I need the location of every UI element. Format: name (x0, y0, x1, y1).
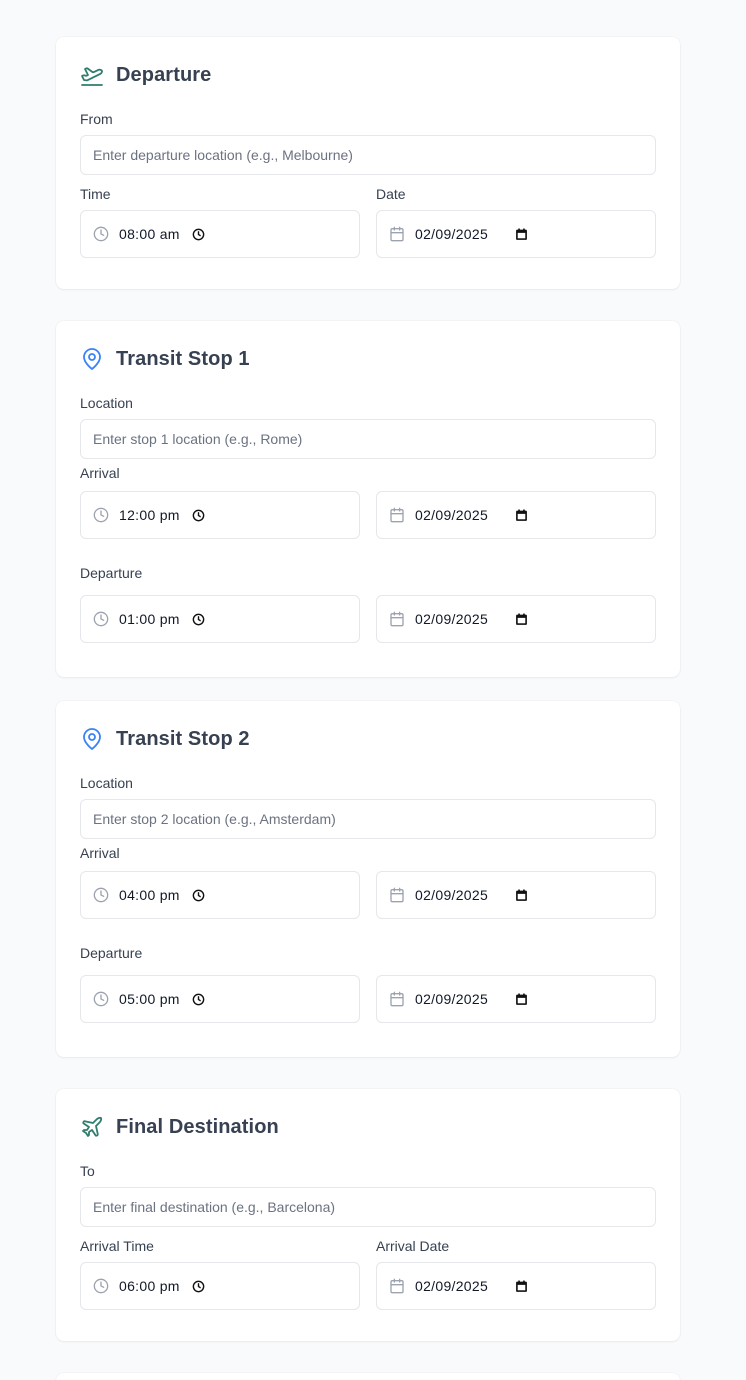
departure-date-input[interactable]: 02/09/2025 (376, 210, 656, 258)
transit-stop-1-header: Transit Stop 1 (80, 345, 656, 373)
calendar-picker-icon[interactable] (514, 612, 528, 626)
final-arrival-time-input[interactable]: 06:00 pm (80, 1262, 360, 1310)
stop2-arrival-time-value: 04:00 pm (119, 887, 180, 903)
from-label: From (80, 111, 113, 127)
stop2-departure-date-input[interactable]: 02/09/2025 (376, 975, 656, 1023)
stop2-departure-time-value: 05:00 pm (119, 991, 180, 1007)
transit-stop-1-title: Transit Stop 1 (116, 347, 250, 370)
clock-icon (93, 611, 109, 627)
clock-picker-icon[interactable] (192, 227, 206, 241)
clock-icon (93, 226, 109, 242)
map-pin-icon (80, 727, 104, 751)
transit-stop-1-card: Transit Stop 1 Location Enter stop 1 loc… (56, 321, 680, 677)
arrival-time-label: Arrival Time (80, 1238, 154, 1254)
time-label: Time (80, 186, 111, 202)
stop2-arrival-date-value: 02/09/2025 (415, 887, 489, 903)
stop2-departure-time-input[interactable]: 05:00 pm (80, 975, 360, 1023)
clock-icon (93, 887, 109, 903)
clock-picker-icon[interactable] (192, 612, 206, 626)
final-arrival-date-input[interactable]: 02/09/2025 (376, 1262, 656, 1310)
stop1-departure-date-value: 02/09/2025 (415, 611, 489, 627)
stop1-arrival-date-input[interactable]: 02/09/2025 (376, 491, 656, 539)
calendar-picker-icon[interactable] (514, 508, 528, 522)
stop2-departure-date-value: 02/09/2025 (415, 991, 489, 1007)
stop2-location-input[interactable]: Enter stop 2 location (e.g., Amsterdam) (80, 799, 656, 839)
final-destination-header: Final Destination (80, 1113, 656, 1141)
arrival-label: Arrival (80, 845, 120, 861)
clock-picker-icon[interactable] (192, 1279, 206, 1293)
clock-icon (93, 507, 109, 523)
calendar-picker-icon[interactable] (514, 992, 528, 1006)
calendar-icon (389, 1278, 405, 1294)
clock-icon (93, 1278, 109, 1294)
stop1-arrival-date-value: 02/09/2025 (415, 507, 489, 523)
stop1-arrival-time-value: 12:00 pm (119, 507, 180, 523)
transit-stop-2-card: Transit Stop 2 Location Enter stop 2 loc… (56, 701, 680, 1057)
clipped-header-text (0, 0, 746, 6)
stop2-location-placeholder: Enter stop 2 location (e.g., Amsterdam) (93, 811, 336, 827)
from-placeholder: Enter departure location (e.g., Melbourn… (93, 147, 353, 163)
calendar-picker-icon[interactable] (514, 1279, 528, 1293)
location-label: Location (80, 395, 133, 411)
plane-icon (80, 1115, 104, 1139)
calendar-icon (389, 226, 405, 242)
calendar-icon (389, 887, 405, 903)
to-input[interactable]: Enter final destination (e.g., Barcelona… (80, 1187, 656, 1227)
final-arrival-date-value: 02/09/2025 (415, 1278, 489, 1294)
clock-picker-icon[interactable] (192, 888, 206, 902)
clock-picker-icon[interactable] (192, 508, 206, 522)
stop2-arrival-time-input[interactable]: 04:00 pm (80, 871, 360, 919)
calendar-picker-icon[interactable] (514, 888, 528, 902)
stop1-location-placeholder: Enter stop 1 location (e.g., Rome) (93, 431, 303, 447)
stop2-arrival-date-input[interactable]: 02/09/2025 (376, 871, 656, 919)
next-card-partial (56, 1373, 680, 1380)
stop1-departure-date-input[interactable]: 02/09/2025 (376, 595, 656, 643)
departure-card-header: Departure (80, 61, 656, 89)
calendar-icon (389, 991, 405, 1007)
arrival-date-label: Arrival Date (376, 1238, 450, 1254)
departure-card: Departure From Enter departure location … (56, 37, 680, 289)
final-destination-card: Final Destination To Enter final destina… (56, 1089, 680, 1341)
departure-date-value: 02/09/2025 (415, 226, 489, 242)
calendar-icon (389, 507, 405, 523)
from-input[interactable]: Enter departure location (e.g., Melbourn… (80, 135, 656, 175)
departure-label: Departure (80, 565, 143, 581)
stop1-location-input[interactable]: Enter stop 1 location (e.g., Rome) (80, 419, 656, 459)
arrival-label: Arrival (80, 465, 120, 481)
to-placeholder: Enter final destination (e.g., Barcelona… (93, 1199, 336, 1215)
to-label: To (80, 1163, 95, 1179)
location-label: Location (80, 775, 133, 791)
plane-departure-icon (80, 63, 104, 87)
stop1-arrival-time-input[interactable]: 12:00 pm (80, 491, 360, 539)
date-label: Date (376, 186, 406, 202)
clock-icon (93, 991, 109, 1007)
final-destination-title: Final Destination (116, 1115, 279, 1138)
calendar-icon (389, 611, 405, 627)
stop1-departure-time-input[interactable]: 01:00 pm (80, 595, 360, 643)
clock-picker-icon[interactable] (192, 992, 206, 1006)
departure-label: Departure (80, 945, 143, 961)
transit-stop-2-header: Transit Stop 2 (80, 725, 656, 753)
transit-stop-2-title: Transit Stop 2 (116, 727, 250, 750)
departure-time-input[interactable]: 08:00 am (80, 210, 360, 258)
map-pin-icon (80, 347, 104, 371)
calendar-picker-icon[interactable] (514, 227, 528, 241)
departure-time-value: 08:00 am (119, 226, 180, 242)
final-arrival-time-value: 06:00 pm (119, 1278, 180, 1294)
stop1-departure-time-value: 01:00 pm (119, 611, 180, 627)
departure-title: Departure (116, 63, 212, 86)
